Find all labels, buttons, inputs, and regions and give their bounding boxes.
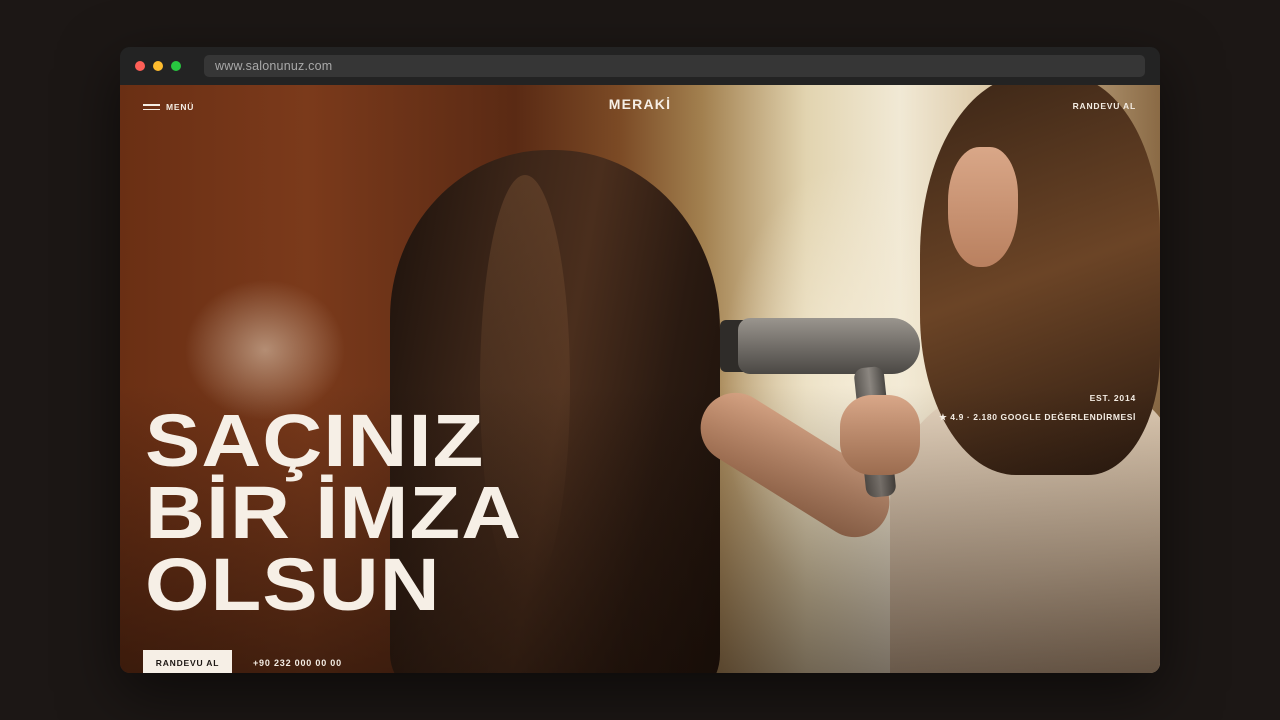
- established-year: EST. 2014: [1089, 393, 1136, 403]
- headline-line-1: SAÇINIZ: [145, 399, 485, 482]
- page-stage: www.salonunuz.com MENÜ MERAKİ RANDEVU AL…: [0, 0, 1280, 720]
- close-window-button[interactable]: [135, 61, 145, 71]
- hero-appointment-button[interactable]: RANDEVU AL: [143, 650, 232, 673]
- headline-line-3: OLSUN: [145, 543, 441, 626]
- minimize-window-button[interactable]: [153, 61, 163, 71]
- headline-line-2: BİR İMZA: [145, 471, 523, 554]
- address-bar-url: www.salonunuz.com: [215, 59, 333, 73]
- hero-section: MENÜ MERAKİ RANDEVU AL SAÇINIZ BİR İMZA …: [120, 85, 1160, 673]
- address-bar[interactable]: www.salonunuz.com: [204, 55, 1145, 77]
- hero-photo-hair-dryer: [738, 318, 920, 374]
- brand-logo[interactable]: MERAKİ: [120, 96, 1160, 112]
- hero-photo-stylist-face: [948, 147, 1018, 267]
- nav-appointment-link[interactable]: RANDEVU AL: [1073, 101, 1136, 111]
- browser-window: www.salonunuz.com MENÜ MERAKİ RANDEVU AL…: [120, 47, 1160, 673]
- browser-titlebar: www.salonunuz.com: [120, 47, 1160, 85]
- maximize-window-button[interactable]: [171, 61, 181, 71]
- hero-headline: SAÇINIZ BİR İMZA OLSUN: [145, 399, 523, 626]
- phone-number-link[interactable]: +90 232 000 00 00: [253, 658, 342, 668]
- google-rating: ★ 4.9 · 2.180 GOOGLE DEĞERLENDİRMESİ: [939, 412, 1136, 422]
